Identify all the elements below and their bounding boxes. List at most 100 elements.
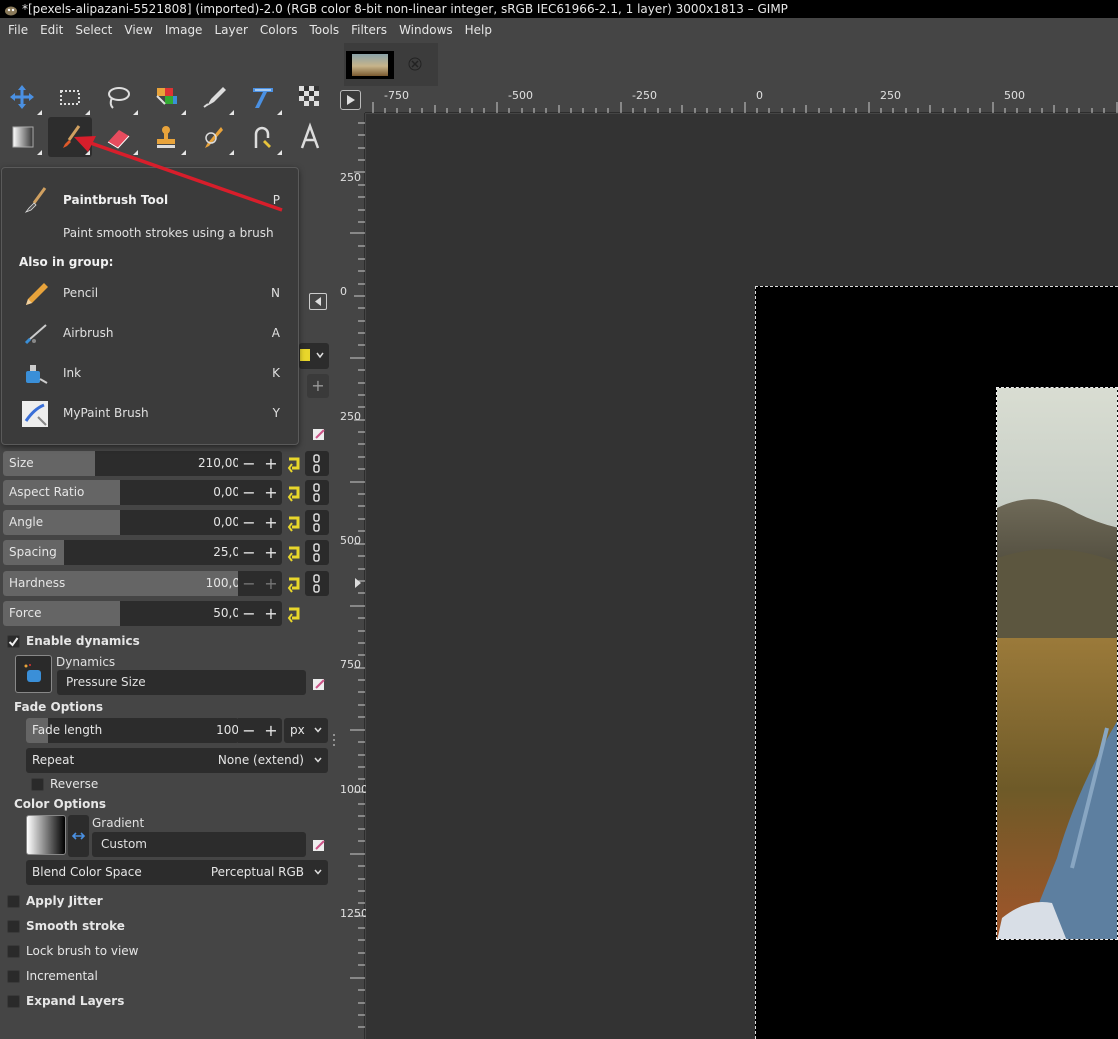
blend-color-space-combo[interactable]: Blend Color Space Perceptual RGB [26, 860, 328, 885]
free-select-tool[interactable] [96, 77, 140, 117]
gradient-preview-button[interactable] [26, 815, 66, 855]
gradient-field[interactable]: Custom [92, 832, 306, 857]
repeat-combo[interactable]: Repeat None (extend) [26, 748, 328, 773]
color-picker-tool[interactable] [240, 77, 284, 117]
menu-tools[interactable]: Tools [304, 19, 346, 42]
fg-select-icon [156, 88, 177, 105]
size-plus-button[interactable]: + [260, 451, 282, 476]
menu-image[interactable]: Image [159, 19, 209, 42]
lasso-icon [108, 87, 130, 109]
fade-plus-button[interactable]: + [260, 718, 282, 743]
close-tab-icon[interactable] [408, 57, 422, 71]
ruler-label: 0 [340, 285, 347, 298]
smooth-stroke-label: Smooth stroke [26, 919, 125, 933]
menu-edit[interactable]: Edit [34, 19, 69, 42]
hardness-reset-button[interactable] [283, 571, 305, 596]
fade-minus-button[interactable]: − [238, 718, 260, 743]
edit-gradient-icon[interactable] [311, 837, 327, 853]
force-reset-button[interactable] [283, 601, 305, 626]
move-tool[interactable] [0, 77, 44, 117]
text-tool[interactable] [288, 117, 332, 157]
gradient-reverse-button[interactable] [68, 815, 89, 857]
force-minus-button[interactable]: − [238, 601, 260, 626]
fade-length-slider[interactable]: Fade length 100 [26, 718, 239, 743]
chain-icon [313, 483, 320, 502]
aspect-ratio-reset-button[interactable] [283, 480, 305, 505]
edit-dynamics-icon[interactable] [311, 676, 327, 692]
angle-link-button[interactable] [305, 510, 329, 535]
ruler-label: 250 [340, 411, 361, 423]
brush-preset-combo[interactable] [299, 343, 329, 369]
incremental-checkbox[interactable]: Incremental [7, 967, 98, 985]
spacing-minus-button[interactable]: − [238, 540, 260, 565]
size-reset-button[interactable] [283, 451, 305, 476]
add-preset-button[interactable]: + [307, 374, 329, 398]
dynamics-field[interactable]: Pressure Size [57, 670, 306, 695]
menu-filters[interactable]: Filters [345, 19, 393, 42]
pencil-label: Pencil [63, 286, 99, 300]
smooth-stroke-checkbox[interactable]: Smooth stroke [7, 917, 125, 935]
menu-help[interactable]: Help [459, 19, 498, 42]
hardness-minus-button[interactable]: − [238, 571, 260, 596]
rect-select-tool[interactable] [48, 77, 92, 117]
fade-unit-combo[interactable]: px [284, 718, 328, 743]
menu-layer[interactable]: Layer [208, 19, 253, 42]
lock-brush-checkbox[interactable]: Lock brush to view [7, 942, 139, 960]
hardness-plus-button[interactable]: + [260, 571, 282, 596]
menu-view[interactable]: View [118, 19, 158, 42]
menu-colors[interactable]: Colors [254, 19, 304, 42]
menu-select[interactable]: Select [69, 19, 118, 42]
reverse-checkbox[interactable]: Reverse [31, 775, 98, 793]
force-slider[interactable]: Force 50,0 [3, 601, 258, 626]
ruler-label: 250 [340, 172, 361, 184]
menu-bar: File Edit Select View Image Layer Colors… [0, 19, 1118, 42]
lock-brush-label: Lock brush to view [26, 944, 139, 958]
paths-tool[interactable] [192, 77, 236, 117]
gradient-tool[interactable] [0, 117, 44, 157]
checkbox-unchecked [7, 894, 20, 908]
image-tab[interactable] [344, 43, 438, 86]
group-item-pencil: Pencil N [2, 279, 298, 309]
aspect-ratio-link-button[interactable] [305, 480, 329, 505]
size-slider[interactable]: Size 210,00 [3, 451, 258, 476]
aspect-ratio-minus-button[interactable]: − [238, 480, 260, 505]
angle-reset-button[interactable] [283, 510, 305, 535]
spacing-plus-button[interactable]: + [260, 540, 282, 565]
dynamics-preview-button[interactable] [15, 655, 52, 693]
ink-icon [26, 365, 48, 384]
swap-arrows-icon [71, 832, 86, 840]
apply-jitter-checkbox[interactable]: Apply Jitter [7, 892, 103, 910]
foreground-select-tool[interactable] [144, 77, 188, 117]
spacing-slider[interactable]: Spacing 25,0 [3, 540, 258, 565]
enable-dynamics-label: Enable dynamics [26, 634, 140, 648]
spacing-reset-button[interactable] [283, 540, 305, 565]
expand-layers-checkbox[interactable]: Expand Layers [7, 992, 124, 1010]
force-plus-button[interactable]: + [260, 601, 282, 626]
hardness-slider[interactable]: Hardness 100,0 [3, 571, 258, 596]
panel-menu-button[interactable] [309, 293, 327, 310]
spacing-link-button[interactable] [305, 540, 329, 565]
photo-content [997, 388, 1117, 939]
size-minus-button[interactable]: − [238, 451, 260, 476]
annotation-arrow [74, 136, 283, 212]
spacing-label: Spacing [9, 545, 57, 559]
angle-minus-button[interactable]: − [238, 510, 260, 535]
aspect-ratio-plus-button[interactable]: + [260, 480, 282, 505]
image-layer[interactable] [996, 387, 1118, 940]
size-link-button[interactable] [305, 451, 329, 476]
aspect-ratio-slider[interactable]: Aspect Ratio 0,00 [3, 480, 258, 505]
chevron-down-icon [314, 727, 322, 733]
angle-plus-button[interactable]: + [260, 510, 282, 535]
menu-windows[interactable]: Windows [393, 19, 459, 42]
pencil-shortcut: N [271, 286, 280, 300]
enable-dynamics-checkbox[interactable]: Enable dynamics [7, 632, 140, 650]
hardness-link-button[interactable] [305, 571, 329, 596]
reset-icon [287, 577, 300, 593]
angle-slider[interactable]: Angle 0,00 [3, 510, 258, 535]
quick-mask-toggle[interactable] [340, 90, 361, 110]
menu-file[interactable]: File [2, 19, 34, 42]
edit-brush-icon[interactable] [311, 426, 327, 442]
horizontal-ruler: -750 -500 -250 0 250 500 [365, 86, 1118, 113]
crop-tool[interactable] [288, 77, 332, 117]
force-label: Force [9, 606, 42, 620]
